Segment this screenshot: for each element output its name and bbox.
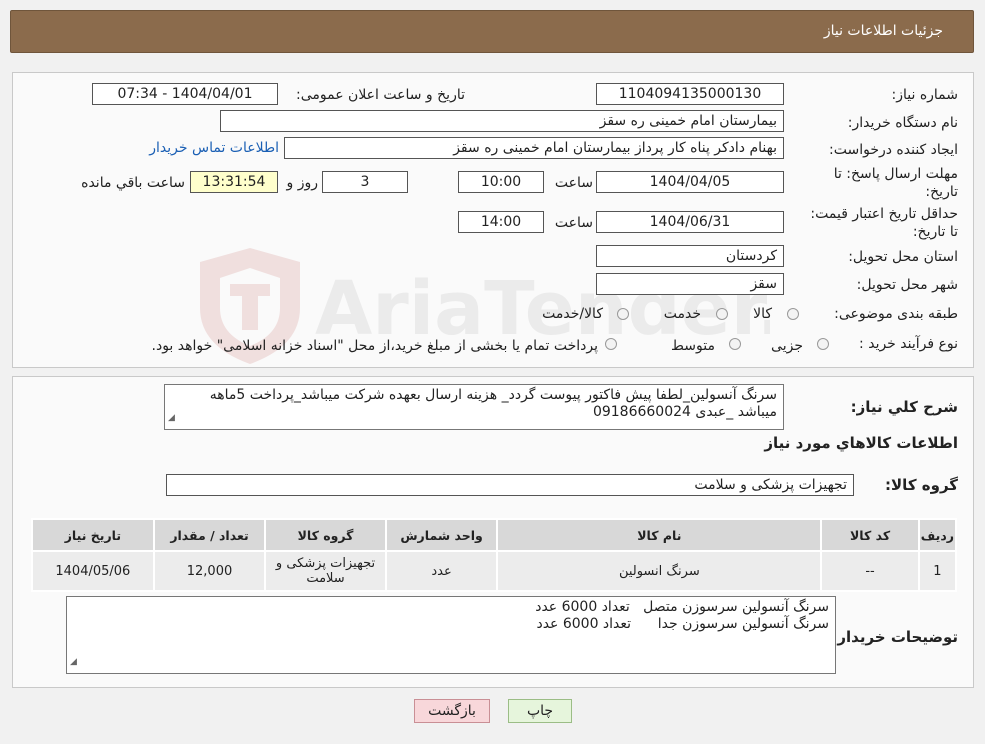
need-number-label: شماره نیاز:: [891, 87, 959, 103]
buyer-notes-line-2: سرنگ آنسولین سرسوزن جدا تعداد 6000 عدد: [536, 616, 829, 632]
price-validity-time-label: ساعت: [554, 215, 593, 231]
col-quantity: تعداد / مقدار: [152, 518, 267, 552]
cell-row-number: 1: [917, 550, 958, 592]
deadline-date-field: 1404/04/05: [596, 171, 784, 193]
buyer-org-field: بیمارستان امام خمینی ره سقز: [220, 110, 784, 132]
buyer-notes-line-1: سرنگ آنسولین سرسوزن متصل تعداد 6000 عدد: [535, 599, 829, 615]
purchase-type-label: نوع فرآیند خرید :: [859, 336, 958, 352]
purchase-radio-minor[interactable]: [817, 338, 829, 350]
col-need-date: تاریخ نیاز: [31, 518, 155, 552]
need-number-field: 1104094135000130: [596, 83, 784, 105]
goods-section-title: اطلاعات كالاهاي مورد نياز: [764, 434, 958, 452]
buyer-notes-label: توضیحات خریدار:: [831, 628, 958, 646]
purchase-radio-treasury[interactable]: [605, 338, 617, 350]
table-row: 1 -- سرنگ انسولین عدد تجهیزات پزشکی و سل…: [31, 550, 958, 592]
price-validity-label: حداقل تاریخ اعتبار قیمت: تا تاریخ:: [810, 206, 958, 240]
description-label: شرح کلي نياز:: [850, 398, 958, 416]
goods-group-field: تجهیزات پزشکی و سلامت: [166, 474, 854, 496]
print-button[interactable]: چاپ: [508, 699, 572, 723]
goods-table-header: ردیف کد کالا نام کالا واحد شمارش گروه کا…: [31, 518, 958, 552]
category-option-goods-service: کالا/خدمت: [542, 306, 603, 322]
province-field: کردستان: [596, 245, 784, 267]
col-row-number: ردیف: [917, 518, 958, 552]
purchase-treasury-note: پرداخت تمام یا بخشی از مبلغ خرید،از محل …: [151, 338, 598, 354]
announce-datetime-label: تاریخ و ساعت اعلان عمومی:: [296, 87, 465, 103]
deadline-label: مهلت ارسال پاسخ: تا تاریخ:: [833, 166, 958, 200]
price-validity-time-field: 14:00: [458, 211, 544, 233]
category-option-goods: کالا: [753, 306, 772, 322]
days-label: روز و: [286, 175, 319, 191]
remaining-time-label: ساعت باقي مانده: [81, 175, 185, 191]
category-radio-service[interactable]: [716, 308, 728, 320]
category-option-service: خدمت: [663, 306, 701, 322]
category-label: طبقه بندی موضوعی:: [834, 306, 958, 322]
col-item-group: گروه کالا: [264, 518, 387, 552]
goods-group-label: گروه کالا:: [885, 476, 958, 494]
buyer-org-label: نام دستگاه خریدار:: [847, 115, 958, 131]
resize-grip-icon: ◢: [168, 413, 175, 423]
creator-field: بهنام دادکر پناه کار پرداز بیمارستان اما…: [284, 137, 784, 159]
price-validity-date-field: 1404/06/31: [596, 211, 784, 233]
col-item-code: کد کالا: [820, 518, 920, 552]
cell-item-group: تجهیزات پزشکی و سلامت: [264, 550, 387, 592]
category-radio-goods-service[interactable]: [617, 308, 629, 320]
goods-table: ردیف کد کالا نام کالا واحد شمارش گروه کا…: [31, 518, 958, 592]
col-unit: واحد شمارش: [384, 518, 499, 552]
col-item-name: نام کالا: [496, 518, 823, 552]
purchase-option-minor: جزیی: [771, 338, 803, 354]
category-radio-goods[interactable]: [787, 308, 799, 320]
cell-need-date: 1404/05/06: [31, 550, 155, 592]
back-button[interactable]: بازگشت: [414, 699, 490, 723]
page-header: جزئیات اطلاعات نیاز: [10, 10, 974, 53]
creator-label: ایجاد کننده درخواست:: [829, 142, 958, 158]
province-label: استان محل تحویل:: [848, 249, 958, 265]
days-field: 3: [322, 171, 408, 193]
cell-quantity: 12,000: [152, 550, 267, 592]
page-title: جزئیات اطلاعات نیاز: [823, 23, 943, 39]
cell-unit: عدد: [384, 550, 499, 592]
purchase-option-medium: متوسط: [671, 338, 715, 354]
resize-grip-icon: ◢: [70, 657, 77, 667]
cell-item-name: سرنگ انسولین: [496, 550, 823, 592]
remaining-time-field: 13:31:54: [190, 171, 278, 193]
cell-item-code: --: [820, 550, 920, 592]
announce-datetime-field: 1404/04/01 - 07:34: [92, 83, 278, 105]
city-label: شهر محل تحویل:: [856, 277, 958, 293]
buyer-contact-link[interactable]: اطلاعات تماس خریدار: [149, 140, 279, 156]
deadline-time-field: 10:00: [458, 171, 544, 193]
buyer-notes-textarea[interactable]: سرنگ آنسولین سرسوزن متصل تعداد 6000 عدد …: [66, 596, 836, 674]
description-textarea[interactable]: سرنگ آنسولین_لطفا پیش فاکتور پیوست گردد_…: [164, 384, 784, 430]
deadline-time-label: ساعت: [554, 175, 593, 191]
description-text: سرنگ آنسولین_لطفا پیش فاکتور پیوست گردد_…: [209, 387, 777, 420]
purchase-radio-medium[interactable]: [729, 338, 741, 350]
city-field: سقز: [596, 273, 784, 295]
